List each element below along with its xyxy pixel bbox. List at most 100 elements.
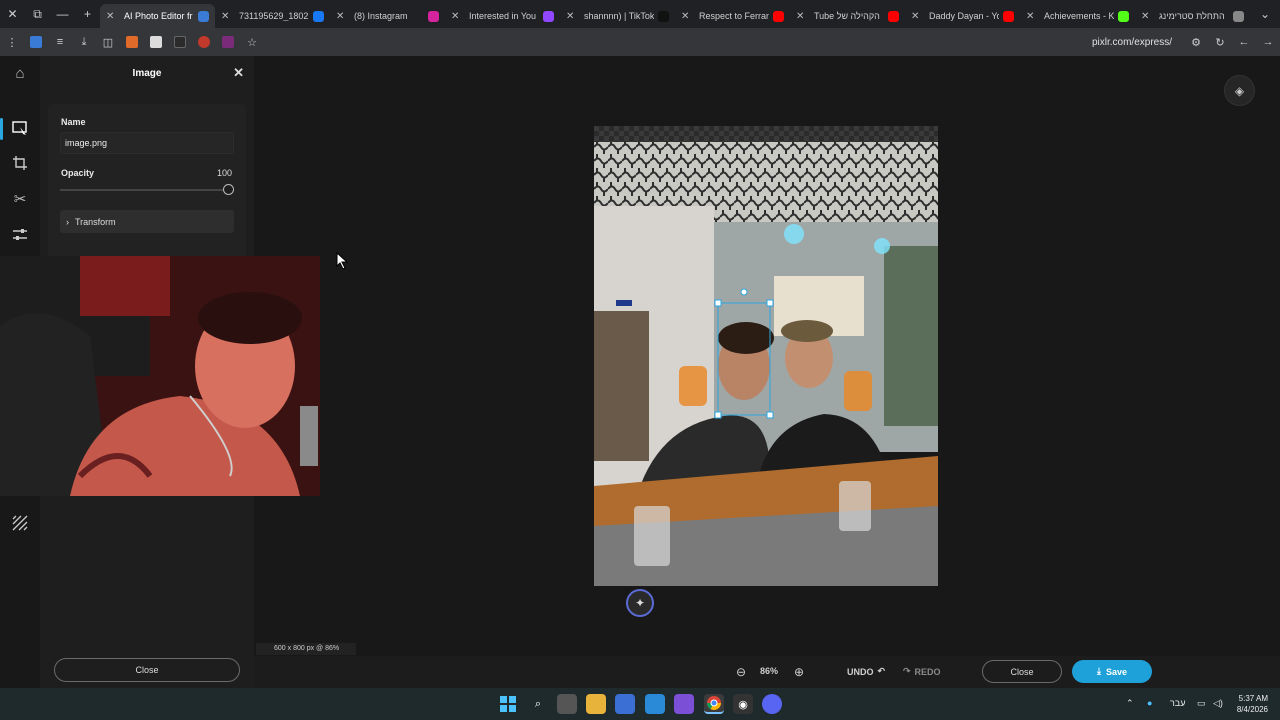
tab-title: AI Photo Editor fr [124,11,193,21]
taskbar: ⌕ ◉ ⌃ ● עבר ▭ ◁) 5:37 AM 8/4/2026 [0,688,1280,720]
mouse-cursor-icon [336,252,349,270]
panel-close-button[interactable]: Close [54,658,240,682]
zoom-in-icon[interactable]: ⊕ [794,665,804,679]
zoom-out-icon[interactable]: ⊖ [736,665,746,679]
url-text[interactable]: pixlr.com/express/ [1092,37,1172,48]
tab-close-icon[interactable]: ✕ [336,11,348,22]
panel-title: Image [132,67,162,79]
tab-close-icon[interactable]: ✕ [911,11,923,22]
texture-tool-icon[interactable] [8,511,32,535]
home-icon[interactable]: ⌂ [8,61,32,85]
browser-tab[interactable]: ✕ 731195629_1802 [215,4,330,28]
extensions-puzzle-icon[interactable]: ◫ [96,28,120,56]
extension-icon[interactable] [126,36,138,48]
tab-close-icon[interactable]: ✕ [796,11,808,22]
opacity-slider-handle[interactable] [223,184,234,195]
bottom-bar: ⊖ 86% ⊕ UNDO ↶ ↷ REDO Close ⤓ Save [254,656,1280,688]
tiktok-icon [658,10,669,22]
tab-close-icon[interactable]: ✕ [451,11,463,22]
extension-icon[interactable] [150,36,162,48]
browser-tab[interactable]: ✕ (8) Instagram [330,4,445,28]
kick-icon [1118,10,1129,22]
youtube-icon [1003,10,1014,22]
app-icon [543,10,554,22]
youtube-icon [888,10,899,22]
adjust-tool-icon[interactable] [8,223,32,247]
close-button[interactable]: Close [982,660,1062,683]
tab-close-icon[interactable]: ✕ [1026,11,1038,22]
app-icon[interactable] [674,694,694,714]
tab-title: (8) Instagram [354,11,408,21]
redo-button[interactable]: ↷ REDO [903,666,941,677]
extension-icon[interactable] [174,36,186,48]
tab-close-icon[interactable]: ✕ [566,11,578,22]
obs-icon[interactable]: ◉ [733,694,753,714]
name-label: Name [61,117,86,127]
extension-icon[interactable] [222,36,234,48]
reload-icon[interactable]: ↻ [1208,28,1232,56]
browser-tab[interactable]: ✕ Tube הקהילה של [790,4,905,28]
tab-close-icon[interactable]: ✕ [106,11,118,22]
opacity-slider-track[interactable] [60,189,228,191]
forward-icon[interactable]: → [1256,28,1280,56]
ai-magic-button[interactable]: ✦ [626,589,654,617]
panel-close-icon[interactable]: ✕ [233,65,244,81]
name-field[interactable]: image.png [60,132,234,154]
tab-close-icon[interactable]: ✕ [1141,11,1153,22]
browser-tab[interactable]: ✕ Respect to Ferran [675,4,790,28]
browser-tab[interactable]: ✕ Daddy Dayan - Yo [905,4,1020,28]
crop-tool-icon[interactable] [8,151,32,175]
save-icon: ⤓ [1096,666,1101,676]
tray-overflow-icon[interactable]: ⌃ [1126,698,1134,709]
save-button[interactable]: ⤓ Save [1072,660,1152,683]
browser-tab[interactable]: ✕ Achievements - K [1020,4,1135,28]
globe-icon [1233,10,1244,22]
transform-section-toggle[interactable]: › Transform [60,210,234,233]
file-explorer-icon[interactable] [586,694,606,714]
tab-close-icon[interactable]: ✕ [681,11,693,22]
minimize-icon[interactable]: — [50,0,75,28]
tab-close-icon[interactable]: ✕ [221,11,233,22]
language-indicator[interactable]: עבר [1170,698,1185,708]
extension-icon[interactable] [198,36,210,48]
download-icon[interactable]: ⤓ [72,28,96,56]
discord-icon[interactable] [762,694,782,714]
site-settings-icon[interactable]: ⚙ [1184,28,1208,56]
browser-tab[interactable]: ✕ התחלת סטרימינג [1135,4,1250,28]
layers-button[interactable]: ◈ [1224,75,1255,106]
undo-button[interactable]: UNDO ↶ [847,666,885,677]
volume-icon[interactable]: ◁) [1213,698,1223,709]
new-tab-icon[interactable]: + [75,0,100,28]
browser-tab[interactable]: ✕ AI Photo Editor fr [100,4,215,28]
tab-groups-icon[interactable]: ≡ [48,28,72,56]
clock-date: 8/4/2026 [1236,705,1268,714]
store-icon[interactable] [615,694,635,714]
redo-label: REDO [914,666,941,677]
network-icon[interactable]: ▭ [1197,698,1206,709]
sparkle-icon: ✦ [634,596,646,610]
canvas-photo[interactable] [594,126,938,586]
browser-tab[interactable]: ✕ shannnn) | TikTok [560,4,675,28]
cutout-tool-icon[interactable]: ✂ [8,187,32,211]
bookmark-star-icon[interactable]: ☆ [240,28,264,56]
browser-toolbar: ⋮ ≡ ⤓ ◫ ☆ pixlr.com/express/ ⚙ ↻ ← → [0,28,1280,56]
task-view-icon[interactable] [557,694,577,714]
photos-icon[interactable] [645,694,665,714]
windows-start-icon[interactable] [498,694,518,714]
extension-icon[interactable] [30,36,42,48]
save-label: Save [1105,666,1127,677]
undo-icon: ↶ [877,666,886,676]
chrome-icon[interactable] [704,694,724,714]
back-icon[interactable]: ← [1232,28,1256,56]
restore-icon[interactable]: ⧉ [25,0,50,28]
zoom-level[interactable]: 86% [760,666,778,676]
arrange-tool-icon[interactable] [8,116,32,140]
menu-icon[interactable]: ⋮ [0,28,24,56]
browser-tab[interactable]: ✕ Interested in You [445,4,560,28]
tab-search-icon[interactable]: ⌄ [1250,0,1280,28]
close-window-icon[interactable]: ✕ [0,0,25,28]
search-icon[interactable]: ⌕ [528,694,548,714]
chevron-right-icon: › [66,216,69,227]
microphone-icon[interactable]: ● [1147,698,1152,708]
clock[interactable]: 5:37 AM 8/4/2026 [1226,693,1268,715]
